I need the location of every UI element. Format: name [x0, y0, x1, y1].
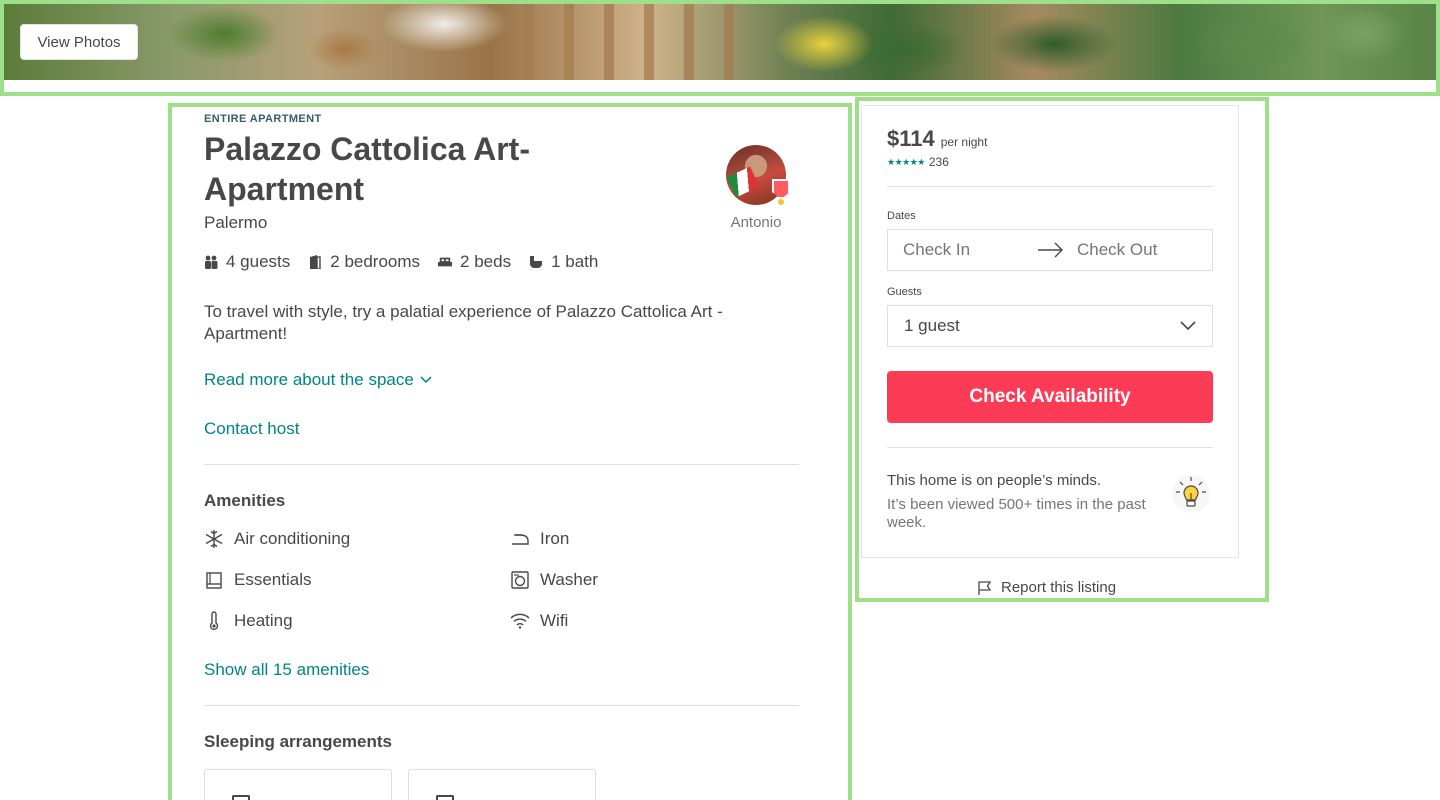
popularity-text: It’s been viewed 500+ times in the past …: [887, 496, 1146, 531]
listing-description: To travel with style, try a palatial exp…: [204, 302, 723, 343]
bathtub-icon: [530, 256, 543, 268]
check-out-input[interactable]: Check Out: [1077, 240, 1157, 260]
iron-icon: [512, 533, 529, 545]
check-in-input[interactable]: Check In: [903, 240, 970, 260]
bed-icon: [438, 257, 453, 267]
amenity-label: Heating: [234, 610, 293, 630]
star-rating-icon: ★★★★★: [887, 156, 925, 167]
fact-beds: 2 beds: [438, 252, 511, 272]
photo-banner[interactable]: View Photos: [0, 0, 1440, 96]
popularity-title: This home is on people’s minds.: [887, 472, 1101, 489]
bed-icon: [436, 795, 454, 800]
report-listing-link[interactable]: Report this listing: [977, 579, 1116, 596]
thermometer-icon: [209, 610, 219, 630]
bedroom-card: [408, 769, 596, 800]
popularity-notice: This home is on people’s minds. It’s bee…: [887, 472, 1213, 532]
read-more-link[interactable]: Read more about the space: [204, 370, 799, 390]
badge-medal-icon: [776, 197, 786, 207]
rating-summary[interactable]: ★★★★★ 236: [887, 155, 1213, 169]
amenity-item: Heating: [204, 610, 510, 631]
card-divider: [887, 186, 1213, 187]
flag-icon: [978, 580, 992, 595]
guests-label: Guests: [887, 286, 922, 298]
washer-icon: [511, 570, 529, 589]
section-divider: [204, 705, 799, 706]
chevron-down-icon: [1180, 321, 1196, 331]
guests-icon: [205, 255, 218, 269]
amenities-heading: Amenities: [204, 491, 286, 510]
listing-facts: 4 guests 2 bedrooms 2 beds 1 bath: [204, 252, 799, 272]
review-count[interactable]: 236: [929, 155, 949, 169]
amenities-list: Air conditioning Iron Essentials Washer …: [204, 528, 799, 631]
snowflake-icon: [205, 529, 223, 548]
bedroom-card: [204, 769, 392, 800]
lightbulb-icon: [1172, 475, 1210, 513]
sleeping-arrangements-heading: Sleeping arrangements: [204, 732, 393, 751]
date-range-picker[interactable]: Check In Check Out: [887, 229, 1213, 271]
amenity-label: Iron: [540, 528, 570, 548]
amenity-item: Iron: [510, 528, 799, 549]
card-divider: [887, 447, 1213, 448]
fact-baths: 1 bath: [529, 252, 598, 272]
listing-city[interactable]: Palermo: [204, 213, 799, 233]
fact-baths-label: 1 bath: [551, 252, 599, 271]
view-photos-button[interactable]: View Photos: [20, 24, 138, 60]
fact-bedrooms: 2 bedrooms: [308, 252, 420, 272]
amenity-item: Essentials: [204, 569, 510, 590]
per-night-label: per night: [940, 135, 988, 149]
arrow-right-icon: [1038, 242, 1063, 258]
amenity-label: Essentials: [234, 569, 312, 589]
amenity-item: Air conditioning: [204, 528, 510, 549]
check-availability-button[interactable]: Check Availability: [887, 371, 1213, 423]
guests-select[interactable]: 1 guest: [887, 305, 1213, 347]
fact-beds-label: 2 beds: [460, 252, 512, 271]
guests-value[interactable]: 1 guest: [904, 316, 960, 336]
show-all-amenities-link[interactable]: Show all 15 amenities: [204, 660, 799, 680]
superhost-badge-icon: [772, 179, 790, 199]
essentials-icon: [206, 571, 222, 589]
read-more-label[interactable]: Read more about the space: [204, 370, 414, 390]
fact-guests-label: 4 guests: [226, 252, 291, 271]
amenity-label: Air conditioning: [234, 528, 351, 548]
listing-details: ENTIRE APARTMENT Palazzo Cattolica Art-A…: [168, 103, 852, 800]
contact-host-link[interactable]: Contact host: [204, 419, 799, 439]
listing-photo[interactable]: [4, 4, 1436, 80]
bed-icon: [232, 795, 250, 800]
fact-guests: 4 guests: [204, 252, 290, 272]
host-avatar[interactable]: [726, 145, 790, 207]
fact-bedrooms-label: 2 bedrooms: [330, 252, 421, 271]
amenity-label: Washer: [540, 569, 598, 589]
amenity-item: Wifi: [510, 610, 799, 631]
section-divider: [204, 464, 799, 465]
sleeping-arrangements-list: [204, 769, 799, 800]
dates-label: Dates: [887, 210, 916, 222]
host-profile[interactable]: Antonio: [726, 145, 790, 231]
banner-gap: [4, 80, 1436, 92]
wifi-icon: [510, 613, 530, 629]
host-name[interactable]: Antonio: [716, 214, 796, 231]
amenity-label: Wifi: [540, 610, 569, 630]
report-listing-label[interactable]: Report this listing: [1001, 579, 1116, 596]
price-row: $114 per night: [887, 126, 1213, 152]
booking-panel: $114 per night ★★★★★ 236 Dates Check In …: [855, 97, 1269, 602]
listing-type: ENTIRE APARTMENT: [204, 113, 322, 125]
nightly-price: $114: [887, 126, 935, 151]
chevron-down-icon: [420, 376, 432, 384]
listing-title: Palazzo Cattolica Art-Apartment: [204, 131, 530, 207]
amenity-item: Washer: [510, 569, 799, 590]
door-icon: [310, 255, 321, 269]
booking-card: $114 per night ★★★★★ 236 Dates Check In …: [861, 105, 1239, 558]
